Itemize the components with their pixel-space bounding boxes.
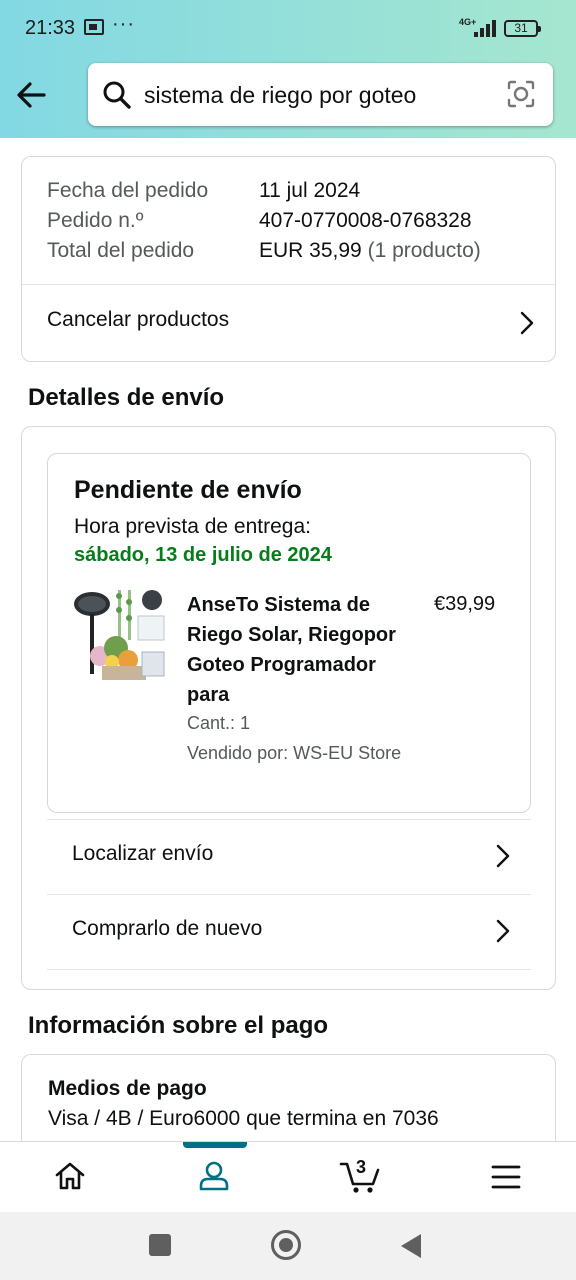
track-shipment-link[interactable]: Localizar envío bbox=[47, 820, 531, 894]
chevron-right-icon bbox=[520, 311, 534, 335]
buy-again-label: Comprarlo de nuevo bbox=[72, 917, 263, 940]
chevron-right-icon bbox=[496, 919, 510, 943]
notification-icon bbox=[84, 19, 104, 35]
divider bbox=[47, 969, 531, 970]
menu-icon bbox=[491, 1165, 521, 1189]
cancel-products-link[interactable]: Cancelar productos bbox=[22, 285, 555, 361]
home-button-icon[interactable] bbox=[271, 1230, 301, 1260]
eta-date: sábado, 13 de julio de 2024 bbox=[74, 544, 332, 566]
order-total-label: Total del pedido bbox=[47, 239, 195, 262]
buy-again-link[interactable]: Comprarlo de nuevo bbox=[47, 895, 531, 969]
payment-methods-value: Visa / 4B / Euro6000 que termina en 7036 bbox=[48, 1107, 439, 1130]
status-bar: 21:33 ··· 4G+ 31 bbox=[0, 0, 576, 58]
nav-menu[interactable] bbox=[432, 1142, 576, 1213]
back-arrow-icon bbox=[17, 82, 46, 108]
order-date-label: Fecha del pedido bbox=[47, 179, 209, 202]
status-time: 21:33 bbox=[25, 17, 76, 39]
shipping-section-title: Detalles de envío bbox=[28, 384, 225, 411]
order-number-value: 407-0770008-0768328 bbox=[259, 209, 472, 232]
nav-home[interactable] bbox=[0, 1142, 144, 1213]
eta-label: Hora prevista de entrega: bbox=[74, 515, 311, 538]
bottom-nav bbox=[0, 1141, 576, 1212]
product-image[interactable] bbox=[72, 588, 168, 684]
shipment-status: Pendiente de envío bbox=[74, 476, 302, 504]
order-total-count: (1 producto) bbox=[367, 239, 481, 262]
search-input[interactable]: sistema de riego por goteo bbox=[144, 82, 416, 109]
order-summary-card: Fecha del pedido 11 jul 2024 Pedido n.º … bbox=[21, 156, 556, 362]
home-icon bbox=[55, 1162, 85, 1190]
product-quantity: Cant.: 1 bbox=[187, 713, 251, 733]
order-total-value: EUR 35,99 (1 producto) bbox=[259, 239, 481, 262]
shipment-box: Pendiente de envío Hora prevista de entr… bbox=[47, 453, 531, 813]
more-notifications-icon: ··· bbox=[112, 13, 135, 35]
user-icon bbox=[199, 1161, 229, 1191]
battery-icon: 31 bbox=[504, 20, 541, 37]
nav-account[interactable] bbox=[144, 1142, 288, 1213]
header-bar: 21:33 ··· 4G+ 31 sistema de riego por go… bbox=[0, 0, 576, 138]
order-date-value: 11 jul 2024 bbox=[259, 179, 361, 202]
product-price: €39,99 bbox=[434, 593, 496, 615]
track-shipment-label: Localizar envío bbox=[72, 842, 214, 865]
product-seller: Vendido por: WS-EU Store bbox=[187, 743, 402, 763]
cancel-products-label: Cancelar productos bbox=[47, 308, 230, 331]
search-bar[interactable]: sistema de riego por goteo bbox=[88, 63, 553, 126]
product-title[interactable]: AnseTo Sistema de Riego Solar, Riegopor … bbox=[187, 590, 417, 710]
camera-lens-icon[interactable] bbox=[506, 79, 536, 109]
system-nav-bar bbox=[0, 1212, 576, 1280]
payment-section-title: Información sobre el pago bbox=[28, 1012, 329, 1039]
cart-count-badge: 3 bbox=[356, 1157, 367, 1177]
shipping-card: Pendiente de envío Hora prevista de entr… bbox=[21, 426, 556, 990]
back-button[interactable] bbox=[14, 78, 50, 112]
system-back-icon[interactable] bbox=[401, 1234, 421, 1258]
chevron-right-icon bbox=[496, 844, 510, 868]
order-number-label: Pedido n.º bbox=[47, 209, 144, 232]
payment-methods-title: Medios de pago bbox=[48, 1077, 207, 1100]
search-icon bbox=[103, 81, 131, 109]
recent-apps-icon[interactable] bbox=[149, 1234, 171, 1256]
signal-icon bbox=[474, 19, 498, 37]
